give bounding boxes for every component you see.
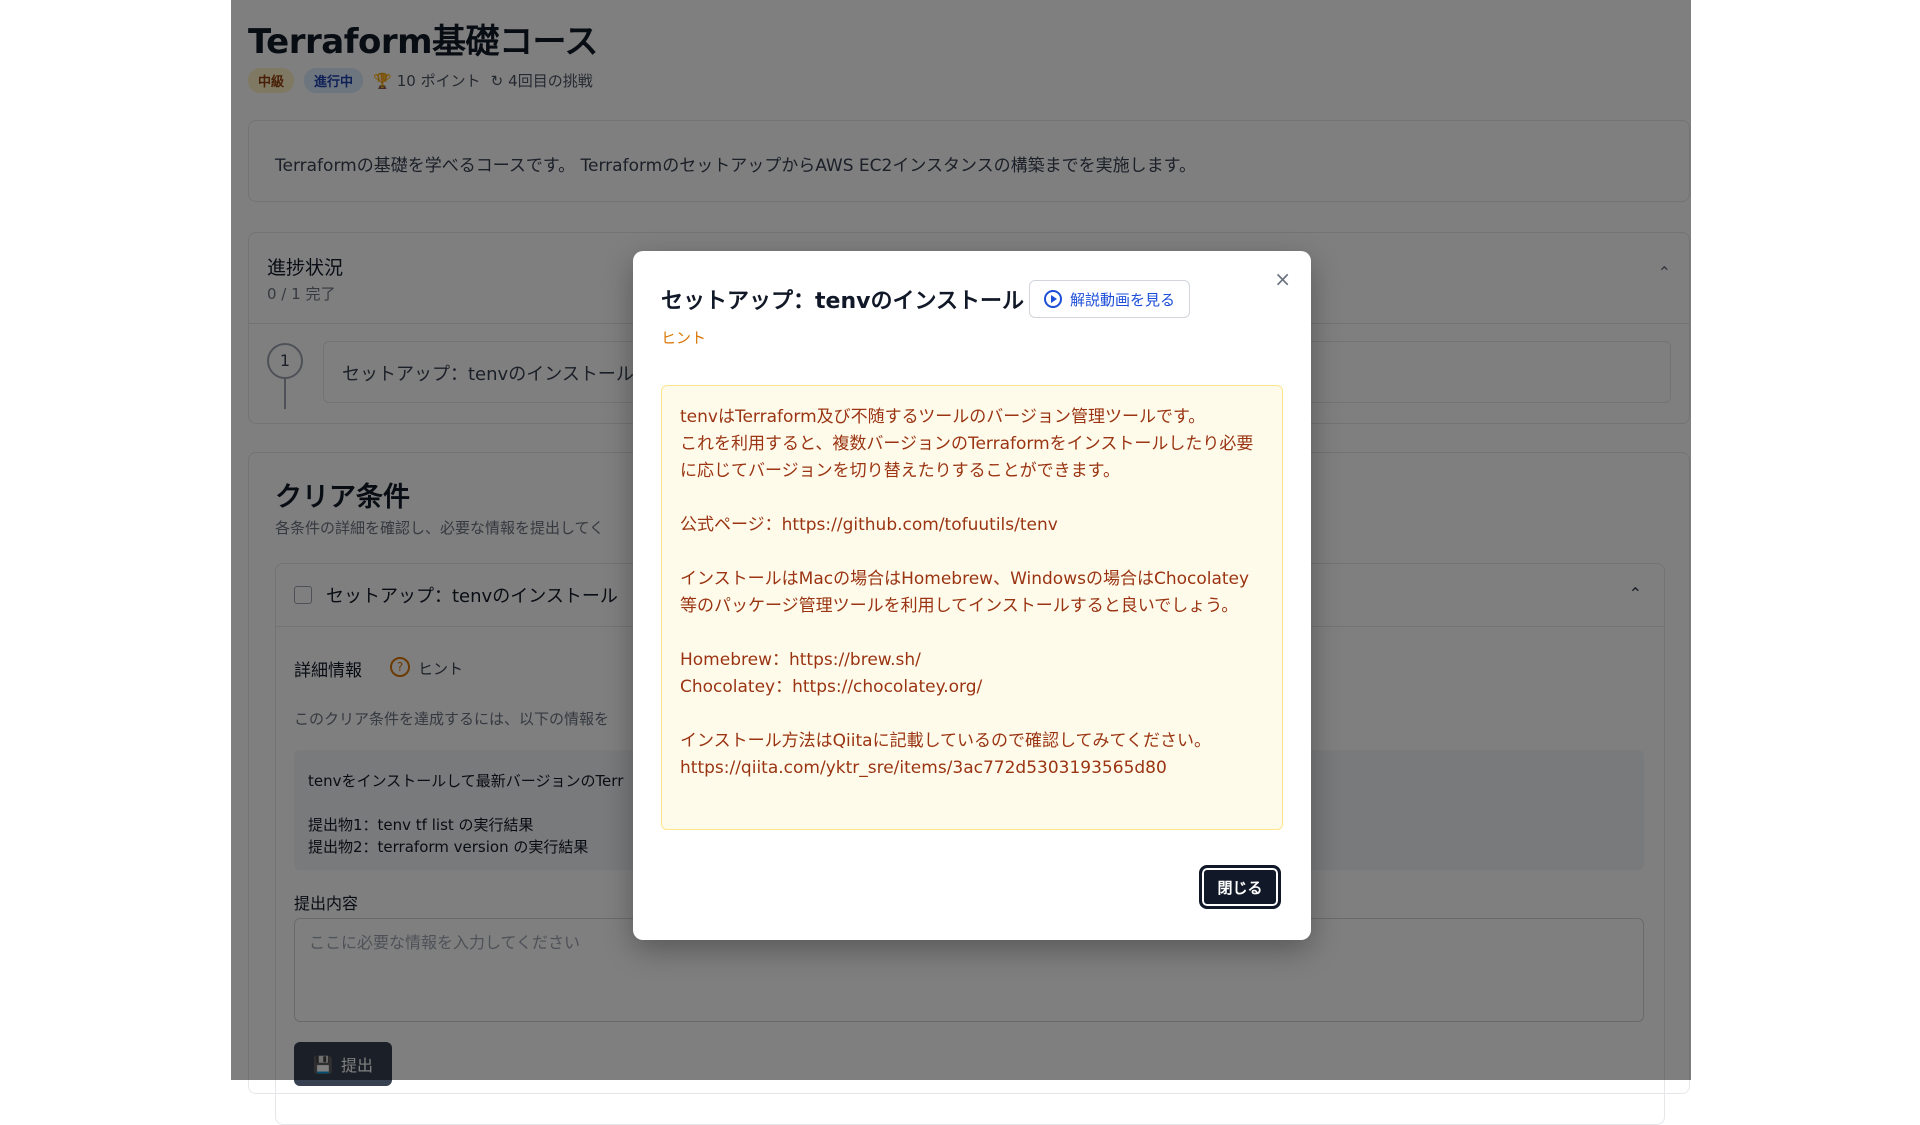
hint-content: tenvはTerraform及び不随するツールのバージョン管理ツールです。 これ… [661, 385, 1283, 830]
close-button[interactable]: 閉じる [1199, 865, 1281, 909]
play-circle-icon [1044, 290, 1062, 308]
hint-line: これを利用すると、複数バージョンのTerraformをインストールしたり必要に応… [680, 434, 1254, 481]
hint-modal: × セットアップ：tenvのインストール 解説動画を見る ヒント tenvはTe… [633, 251, 1311, 940]
hint-tag: ヒント [661, 329, 707, 347]
right-margin [1691, 0, 1920, 1080]
hint-line: Homebrew：https://brew.sh/ [680, 650, 921, 670]
hint-line: https://qiita.com/yktr_sre/items/3ac772d… [680, 758, 1167, 778]
hint-line: tenvはTerraform及び不随するツールのバージョン管理ツールです。 [680, 407, 1206, 427]
left-margin [0, 0, 231, 1080]
hint-spacer [680, 539, 1264, 566]
hint-spacer [680, 701, 1264, 728]
watch-video-button[interactable]: 解説動画を見る [1029, 280, 1191, 318]
hint-spacer [680, 485, 1264, 512]
hint-spacer [680, 620, 1264, 647]
watch-video-label: 解説動画を見る [1070, 290, 1176, 309]
hint-line: 公式ページ：https://github.com/tofuutils/tenv [680, 515, 1058, 535]
hint-line: インストールはMacの場合はHomebrew、Windowsの場合はChocol… [680, 569, 1250, 616]
modal-title: セットアップ：tenvのインストール [661, 289, 1025, 314]
hint-line: インストール方法はQiitaに記載しているので確認してみてください。 [680, 731, 1212, 751]
hint-line: Chocolatey：https://chocolatey.org/ [680, 677, 983, 697]
close-icon[interactable]: × [1274, 267, 1291, 291]
